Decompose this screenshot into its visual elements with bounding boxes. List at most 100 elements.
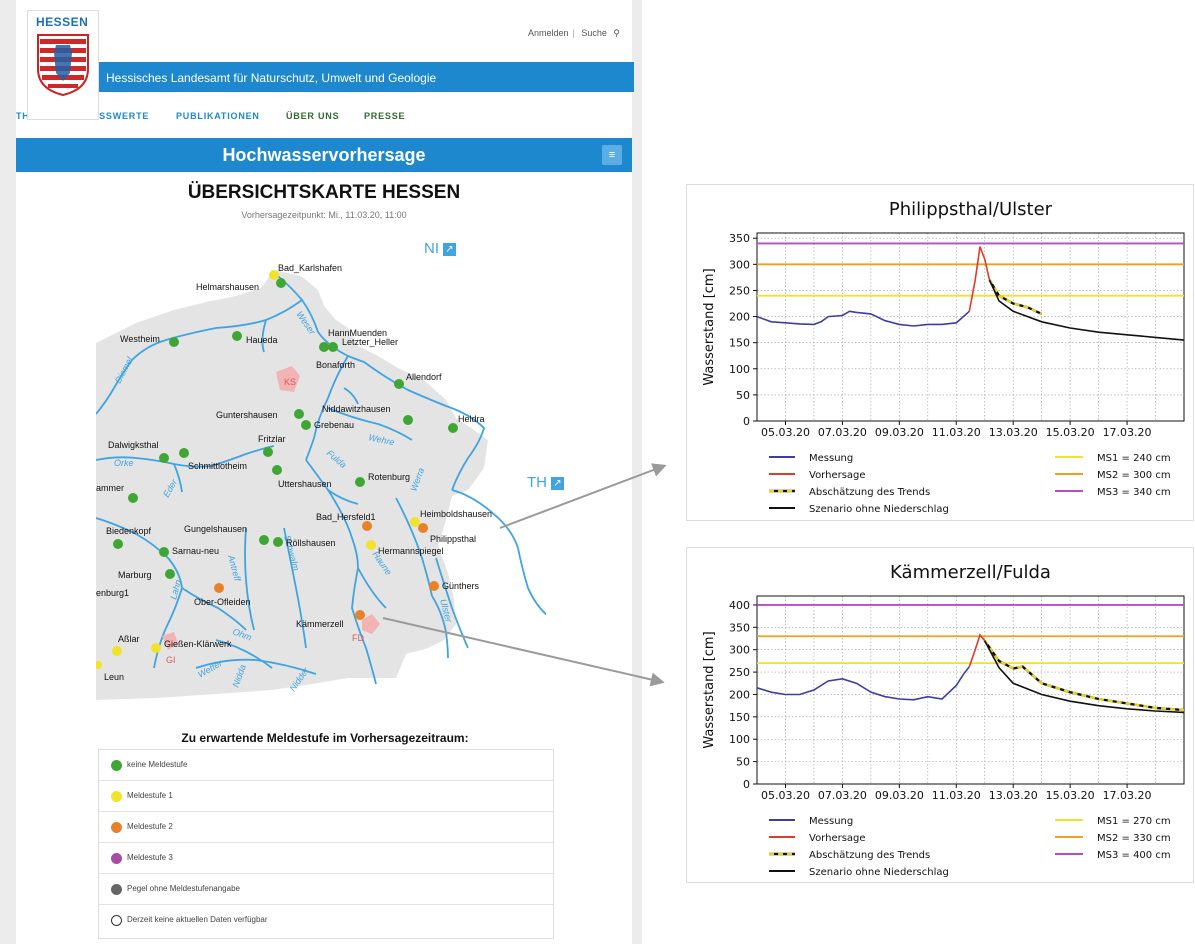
station-dot-helmarshausen[interactable]	[276, 278, 286, 288]
legend-label: Vorhersage	[809, 470, 866, 481]
station-label: Westheim	[120, 334, 160, 344]
y-tick-label: 350	[729, 621, 750, 634]
login-link[interactable]: Anmelden	[528, 28, 569, 38]
station-dot-sarnau-neu[interactable]	[159, 547, 169, 557]
legend-label: Messung	[809, 453, 853, 464]
nav-publikationen[interactable]: PUBLIKATIONEN	[176, 111, 260, 121]
series-line-szenario-ohne-niederschlag	[988, 279, 1185, 341]
station-label: ammer	[96, 483, 124, 493]
purple-dot-icon	[111, 853, 122, 864]
station-dot-dalwigksthal[interactable]	[159, 453, 169, 463]
search-icon[interactable]: ⚲	[613, 28, 620, 38]
series-line-absch-tzung-des-trends-base	[983, 640, 1185, 712]
station-label: Röllshausen	[286, 538, 336, 548]
station-dot-haueda[interactable]	[232, 331, 242, 341]
y-tick-label: 300	[729, 258, 750, 271]
station-label: Grebenau	[314, 420, 354, 430]
link-ni-label: NI	[424, 240, 439, 257]
grey-dot-icon	[111, 884, 122, 895]
legend-item: keine Meldestufe	[99, 750, 553, 781]
station-label: Guntershausen	[216, 410, 278, 420]
station-label: Bonaforth	[316, 360, 355, 370]
station-dot-rotenburg[interactable]	[355, 477, 365, 487]
legend-label: Abschätzung des Trends	[809, 487, 930, 498]
station-label: Fritzlar	[258, 434, 286, 444]
station-label: Günthers	[442, 581, 480, 591]
x-tick-label: 05.03.20	[761, 426, 810, 439]
station-dot-heimboldshausen[interactable]	[410, 517, 420, 527]
legend-label: Meldestufe 3	[127, 853, 173, 862]
station-dot-hermannspiegel[interactable]	[366, 540, 376, 550]
station-dot-gungelshausen[interactable]	[259, 535, 269, 545]
top-links: Anmelden | Suche ⚲	[527, 28, 620, 38]
legend-label: Messung	[809, 816, 853, 827]
station-dot-guntershausen[interactable]	[294, 409, 304, 419]
legend-label: MS2 = 300 cm	[1097, 470, 1171, 481]
station-dot-asslar[interactable]	[112, 646, 122, 656]
station-label: Dalwigksthal	[108, 440, 159, 450]
city-gi-label: GI	[166, 655, 176, 665]
station-label: Rotenburg	[368, 472, 410, 482]
station-dot-niddawitzhausen[interactable]	[403, 415, 413, 425]
org-header-bar: Hessisches Landesamt für Naturschutz, Um…	[42, 62, 634, 92]
station-label: Allendorf	[406, 372, 442, 382]
station-dot-ober-ofleiden[interactable]	[214, 583, 224, 593]
external-link-icon: ↗	[443, 243, 456, 256]
x-tick-label: 15.03.20	[1046, 426, 1095, 439]
station-dot-fritzlar[interactable]	[263, 447, 273, 457]
station-dot-heldra[interactable]	[448, 423, 458, 433]
y-tick-label: 0	[743, 415, 750, 428]
legend-item: Meldestufe 2	[99, 812, 553, 843]
station-dot-kaemmerzell[interactable]	[355, 610, 365, 620]
station-dot-allendorf[interactable]	[394, 379, 404, 389]
y-tick-label: 100	[729, 363, 750, 376]
y-tick-label: 300	[729, 644, 750, 657]
logo-word: HESSEN	[36, 15, 89, 29]
legend-box: keine Meldestufe Meldestufe 1 Meldestufe…	[98, 749, 554, 939]
river-label: Orke	[114, 458, 134, 468]
station-dot-westheim[interactable]	[169, 337, 179, 347]
y-tick-label: 200	[729, 688, 750, 701]
x-tick-label: 17.03.20	[1103, 426, 1152, 439]
y-tick-label: 200	[729, 311, 750, 324]
x-tick-label: 09.03.20	[875, 426, 924, 439]
station-label: Haueda	[246, 335, 278, 345]
series-line-messung	[756, 310, 970, 327]
yellow-dot-icon	[111, 791, 122, 802]
station-dot-hannmuenden[interactable]	[319, 342, 329, 352]
station-dot-uttershausen[interactable]	[272, 465, 282, 475]
station-dot-guenthers[interactable]	[429, 581, 439, 591]
station-dot-philippsthal[interactable]	[418, 523, 428, 533]
y-tick-label: 150	[729, 337, 750, 350]
chart-title: Philippsthal/Ulster	[889, 199, 1053, 220]
link-ni[interactable]: NI ↗	[424, 240, 456, 257]
series-line-szenario-ohne-niederschlag	[983, 640, 1185, 714]
legend-item: Pegel ohne Meldestufenangabe	[99, 874, 553, 905]
nav-ueber-uns[interactable]: ÜBER UNS	[286, 111, 339, 121]
station-dot-roellshausen[interactable]	[273, 537, 283, 547]
external-link-icon: ↗	[551, 477, 564, 490]
station-dot-giessen-klaerwerk[interactable]	[151, 643, 161, 653]
station-dot-biedenkopf[interactable]	[113, 539, 123, 549]
station-dot-bad-hersfeld1[interactable]	[362, 521, 372, 531]
x-tick-label: 05.03.20	[761, 789, 810, 802]
series-line-vorhersage	[968, 633, 986, 667]
station-dot-schmittlotheim[interactable]	[179, 448, 189, 458]
menu-icon[interactable]: ≡	[602, 145, 622, 165]
station-dot-grebenau[interactable]	[301, 420, 311, 430]
x-tick-label: 07.03.20	[818, 426, 867, 439]
y-tick-label: 250	[729, 284, 750, 297]
station-dot-ammer[interactable]	[128, 493, 138, 503]
legend-label: keine Meldestufe	[127, 760, 188, 769]
hessen-logo[interactable]: HESSEN	[27, 10, 99, 120]
station-dot-letzter-heller[interactable]	[328, 342, 338, 352]
nav-presse[interactable]: PRESSE	[364, 111, 405, 121]
search-link[interactable]: Suche	[581, 28, 607, 38]
series-line-messung	[756, 666, 970, 701]
station-dot-marburg[interactable]	[165, 569, 175, 579]
link-th[interactable]: TH ↗	[527, 474, 564, 491]
station-label: Heldra	[458, 414, 485, 424]
station-label: Schmittlotheim	[188, 461, 247, 471]
legend-label: Szenario ohne Niederschlag	[809, 504, 949, 515]
forecast-time: Vorhersagezeitpunkt: Mi., 11.03.20, 11:0…	[241, 210, 407, 220]
